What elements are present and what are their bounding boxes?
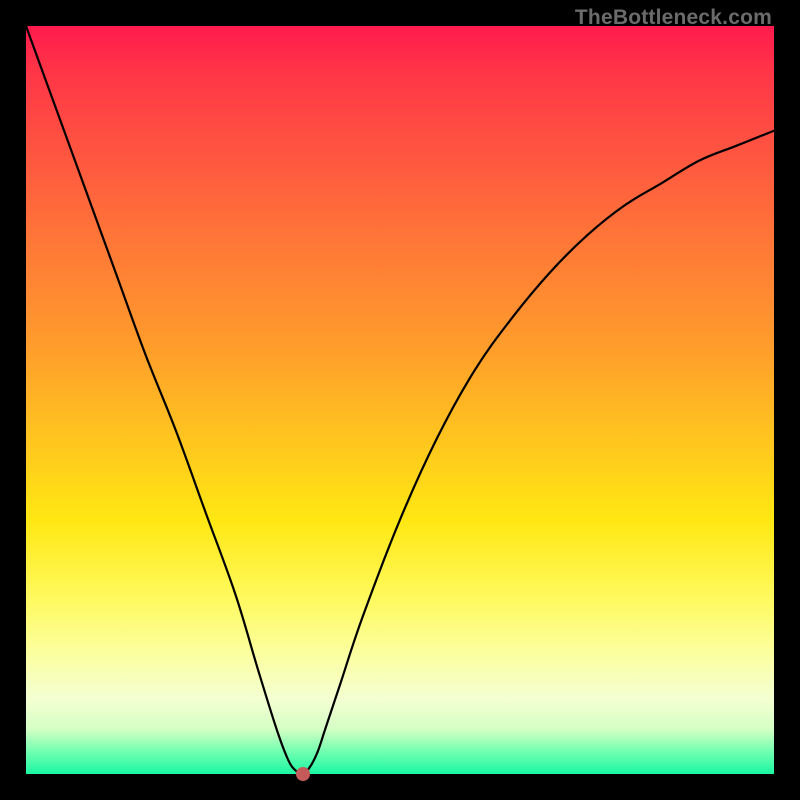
plot-gradient-background — [26, 26, 774, 774]
watermark-text: TheBottleneck.com — [575, 6, 772, 30]
vertex-marker — [296, 767, 310, 781]
chart-frame: TheBottleneck.com — [0, 0, 800, 800]
